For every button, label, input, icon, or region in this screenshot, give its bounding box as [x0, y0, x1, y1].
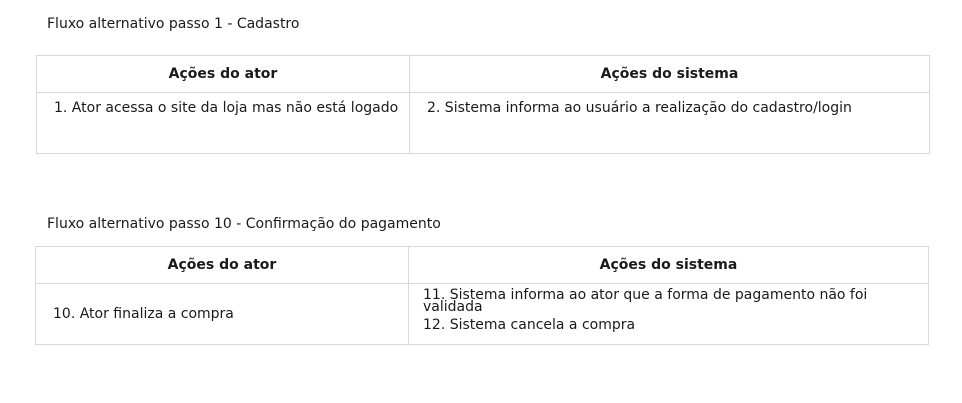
actor-column-header: Ações do ator: [35, 246, 409, 284]
actor-cell: 10. Ator finaliza a compra: [35, 283, 409, 345]
system-column-header: Ações do sistema: [408, 246, 929, 284]
actor-column-header: Ações do ator: [36, 55, 410, 93]
system-cell: 2. Sistema informa ao usuário a realizaç…: [409, 92, 930, 154]
system-step: 11. Sistema informa ao ator que a forma …: [423, 287, 868, 315]
flow2-table: Ações do ator Ações do sistema 10. Ator …: [35, 246, 929, 345]
system-step: 2. Sistema informa ao usuário a realizaç…: [427, 100, 852, 116]
actor-step: 1. Ator acessa o site da loja mas não es…: [54, 100, 399, 116]
system-cell: 11. Sistema informa ao ator que a forma …: [408, 283, 929, 345]
actor-step: 10. Ator finaliza a compra: [53, 306, 234, 322]
table-row: 1. Ator acessa o site da loja mas não es…: [36, 92, 930, 154]
flow2-title: Fluxo alternativo passo 10 - Confirmação…: [47, 216, 441, 232]
flow1-table: Ações do ator Ações do sistema 1. Ator a…: [36, 55, 930, 154]
table-row: 10. Ator finaliza a compra 11. Sistema i…: [35, 283, 929, 345]
table-header-row: Ações do ator Ações do sistema: [36, 55, 930, 93]
table-header-row: Ações do ator Ações do sistema: [35, 246, 929, 284]
system-column-header: Ações do sistema: [409, 55, 930, 93]
actor-cell: 1. Ator acessa o site da loja mas não es…: [36, 92, 410, 154]
system-step: 12. Sistema cancela a compra: [423, 317, 636, 333]
flow1-title: Fluxo alternativo passo 1 - Cadastro: [47, 16, 300, 32]
